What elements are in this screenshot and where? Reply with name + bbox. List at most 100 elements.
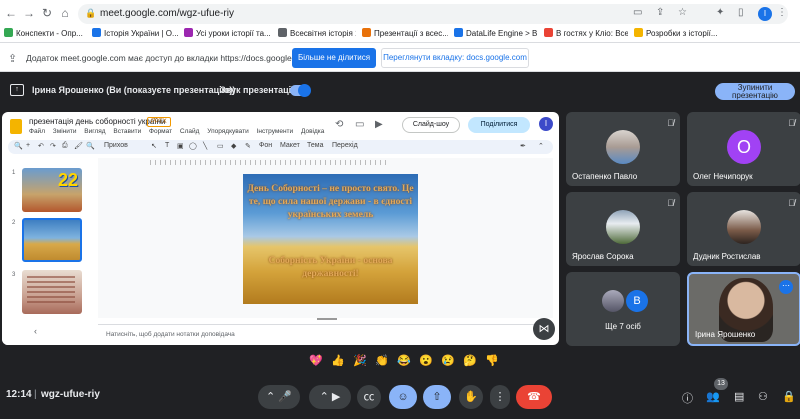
bookmark-4[interactable]: Презентації з всес... bbox=[362, 28, 448, 38]
fill-icon[interactable]: ◆ bbox=[231, 142, 236, 150]
paint-format-icon[interactable]: 🖌 bbox=[74, 142, 83, 150]
image-icon[interactable]: ▣ bbox=[177, 142, 184, 150]
menu-help[interactable]: Довідка bbox=[301, 128, 324, 135]
undo-icon[interactable]: ↶ bbox=[38, 142, 44, 150]
toolbar-layout[interactable]: Макет bbox=[280, 142, 300, 149]
pen-icon[interactable]: ✒ bbox=[520, 142, 526, 150]
profile-avatar[interactable]: I bbox=[758, 7, 772, 21]
lock-icon[interactable]: 🔒 bbox=[85, 8, 96, 19]
url-text[interactable]: meet.google.com/wgz-ufue-riy bbox=[100, 8, 234, 19]
forward-icon[interactable]: → bbox=[22, 6, 36, 20]
slide-thumbnail-2[interactable] bbox=[22, 218, 82, 262]
party-emoji[interactable]: 🎉 bbox=[353, 354, 367, 367]
account-avatar[interactable]: I bbox=[539, 117, 553, 131]
bookmark-1[interactable]: Історія України | О... bbox=[92, 28, 178, 38]
surprised-emoji[interactable]: 😮 bbox=[419, 354, 433, 367]
sad-emoji[interactable]: 😢 bbox=[441, 354, 455, 367]
slide-heading[interactable]: День Соборності – не просто свято. Це те… bbox=[247, 182, 414, 221]
view-tab-button[interactable]: Переглянути вкладку: docs.google.com bbox=[381, 48, 529, 68]
more-participants-tile[interactable]: В Ще 7 осіб bbox=[566, 272, 680, 346]
menu-file[interactable]: Файл bbox=[29, 128, 45, 135]
shape-icon[interactable]: ◯ bbox=[189, 142, 197, 150]
info-icon[interactable]: ⓘ bbox=[682, 390, 693, 406]
address-bar[interactable]: 🔒 meet.google.com/wgz-ufue-riy ▭ ⇪ ☆ ✦ ▯… bbox=[78, 4, 788, 24]
back-icon[interactable]: ← bbox=[4, 6, 18, 20]
history-icon[interactable]: ⟲ bbox=[335, 119, 343, 130]
menu-arrange[interactable]: Упорядкувати bbox=[207, 128, 248, 135]
chat-icon[interactable]: ▤ bbox=[734, 390, 744, 403]
reload-icon[interactable]: ↻ bbox=[40, 6, 54, 20]
slides-logo-icon[interactable] bbox=[10, 119, 22, 134]
people-icon[interactable]: 👥 bbox=[706, 390, 720, 403]
print-icon[interactable]: ⎙ bbox=[62, 142, 68, 150]
video-call-icon[interactable]: ▶ bbox=[375, 119, 383, 130]
captions-button[interactable]: ㏄ bbox=[357, 385, 381, 409]
document-title[interactable]: презентація день соборності україни bbox=[29, 117, 165, 126]
add-slide-icon[interactable]: + bbox=[26, 142, 30, 149]
share-icon[interactable]: ⇪ bbox=[656, 7, 664, 18]
microphone-button[interactable]: ⌃ 🎤 bbox=[258, 385, 300, 409]
slide-subheading[interactable]: Соборність України - основа державності! bbox=[247, 254, 414, 280]
comment-add-icon[interactable]: ▭ bbox=[217, 142, 224, 150]
toolbar-transition[interactable]: Перехід bbox=[332, 142, 358, 149]
menu-format[interactable]: Формат bbox=[149, 128, 172, 135]
self-video-tile[interactable]: ⋯ Ірина Ярошенко bbox=[687, 272, 800, 346]
more-options-icon[interactable]: ⋯ bbox=[779, 280, 793, 294]
home-icon[interactable]: ⌂ bbox=[58, 6, 72, 20]
participant-tile[interactable]: 🎙̸ О Олег Нечипорук bbox=[687, 112, 800, 186]
collapse-toolbar-icon[interactable]: ⌃ bbox=[538, 142, 544, 150]
clap-emoji[interactable]: 👏 bbox=[375, 354, 389, 367]
menu-view[interactable]: Вигляд bbox=[84, 128, 105, 135]
notes-resize-handle[interactable] bbox=[317, 318, 337, 320]
camera-icon[interactable]: ▭ bbox=[633, 7, 642, 18]
thinking-emoji[interactable]: 🤔 bbox=[463, 354, 477, 367]
share-button[interactable]: Поділитися bbox=[468, 117, 530, 133]
zoom-icon[interactable]: 🔍 bbox=[86, 142, 95, 150]
toolbar-theme[interactable]: Тема bbox=[307, 142, 323, 149]
sidebar-icon[interactable]: ▯ bbox=[738, 7, 744, 18]
speaker-notes[interactable]: Натисніть, щоб додати нотатки доповідача bbox=[98, 324, 553, 345]
present-button[interactable]: ⇧ bbox=[423, 385, 451, 409]
bookmark-5[interactable]: DataLife Engine > В... bbox=[454, 28, 538, 38]
extensions-icon[interactable]: ✦ bbox=[716, 7, 724, 18]
search-menu-icon[interactable]: 🔍 bbox=[14, 142, 23, 150]
menu-tools[interactable]: Інструменти bbox=[257, 128, 294, 135]
stop-presenting-button[interactable]: Зупинити презентацію bbox=[715, 83, 795, 100]
chevron-up-icon[interactable]: ⌃ bbox=[266, 391, 275, 403]
participant-tile[interactable]: 🎙̸ Дудник Ростислав bbox=[687, 192, 800, 266]
camera-button[interactable]: ⌃ ▶ bbox=[309, 385, 351, 409]
bookmark-3[interactable]: Всесвітня історія 1... bbox=[278, 28, 356, 38]
zoom-select[interactable]: Прихов bbox=[104, 142, 128, 149]
reactions-button[interactable]: ☺ bbox=[389, 385, 417, 409]
current-slide[interactable]: День Соборності – не просто свято. Це те… bbox=[243, 174, 418, 304]
bookmark-star-icon[interactable]: ☆ bbox=[678, 7, 687, 18]
notes-placeholder[interactable]: Натисніть, щоб додати нотатки доповідача bbox=[106, 331, 235, 338]
laugh-emoji[interactable]: 😂 bbox=[397, 354, 411, 367]
line-icon[interactable]: ╲ bbox=[203, 142, 207, 150]
toolbar-background[interactable]: Фон bbox=[259, 142, 272, 149]
thumbs-down-emoji[interactable]: 👎 bbox=[485, 354, 499, 367]
heart-emoji[interactable]: 💖 bbox=[309, 354, 323, 367]
bookmark-6[interactable]: В гостях у Кліо: Все... bbox=[544, 28, 628, 38]
participant-tile[interactable]: 🎙̸ Ярослав Сорока bbox=[566, 192, 680, 266]
redo-icon[interactable]: ↷ bbox=[50, 142, 56, 150]
menu-edit[interactable]: Змінити bbox=[53, 128, 77, 135]
leave-call-button[interactable]: ☎ bbox=[516, 385, 552, 409]
share-fab-icon[interactable]: ⋈ bbox=[533, 318, 555, 340]
chevron-up-icon[interactable]: ⌃ bbox=[320, 391, 329, 403]
participant-tile[interactable]: 🎙̸ Остапенко Павло bbox=[566, 112, 680, 186]
more-options-button[interactable]: ⋮ bbox=[490, 385, 510, 409]
activities-icon[interactable]: ⚇ bbox=[758, 390, 768, 403]
select-tool-icon[interactable]: ↖ bbox=[151, 142, 157, 150]
textbox-icon[interactable]: T bbox=[165, 142, 169, 149]
slide-thumbnail-3[interactable] bbox=[22, 270, 82, 314]
bookmark-7[interactable]: Розробки з історії... bbox=[634, 28, 718, 38]
lock-host-icon[interactable]: 🔒 bbox=[782, 390, 796, 403]
bookmark-0[interactable]: Конспекти - Опр... bbox=[4, 28, 86, 38]
collapse-filmstrip-icon[interactable]: ‹ bbox=[34, 326, 37, 336]
thumbs-up-emoji[interactable]: 👍 bbox=[331, 354, 345, 367]
menu-dots-icon[interactable]: ⋮ bbox=[777, 7, 787, 18]
slide-thumbnail-1[interactable]: 22 bbox=[22, 168, 82, 212]
bookmark-2[interactable]: Усі уроки історії та... bbox=[184, 28, 272, 38]
comment-icon[interactable]: ▭ bbox=[355, 119, 364, 130]
